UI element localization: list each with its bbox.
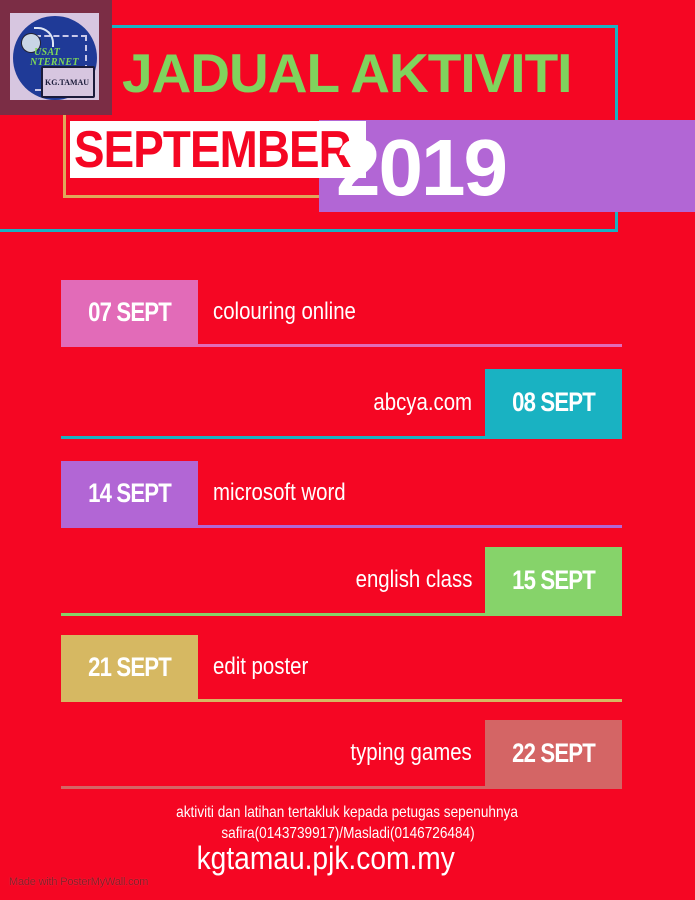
date-text: 08 SEPT [512, 387, 596, 417]
row-underline [61, 436, 622, 439]
activity-text: edit poster [213, 653, 309, 680]
date-badge: 15 SEPT [485, 547, 622, 613]
row-underline [61, 525, 622, 528]
activity-label: colouring online [213, 280, 381, 344]
logo-laptop-label: KG.TAMAU [45, 78, 90, 87]
date-text: 15 SEPT [512, 564, 596, 595]
watermark: Made with PosterMyWall.com [9, 876, 149, 888]
footer-disclaimer-text: aktiviti dan latihan tertakluk kepada pe… [176, 804, 519, 821]
month-label: SEPTEMBER [74, 121, 352, 179]
schedule-row: 07 SEPT colouring online [61, 280, 622, 347]
schedule-row: 22 SEPT typing games [61, 720, 622, 789]
date-badge: 22 SEPT [485, 720, 622, 786]
row-underline [61, 613, 622, 616]
logo-inner: USAT NTERNET KG.TAMAU [10, 13, 99, 100]
activity-text: microsoft word [213, 479, 346, 506]
row-underline [61, 786, 622, 789]
website-link[interactable]: kgtamau.pjk.com.my [0, 840, 652, 877]
date-text: 22 SEPT [512, 737, 596, 768]
activity-text: colouring online [213, 298, 356, 325]
schedule-row: 14 SEPT microsoft word [61, 461, 622, 528]
website-link-text[interactable]: kgtamau.pjk.com.my [197, 840, 455, 877]
logo: USAT NTERNET KG.TAMAU [0, 0, 112, 115]
date-badge: 21 SEPT [61, 635, 198, 699]
row-underline [61, 699, 622, 702]
date-badge: 08 SEPT [485, 369, 622, 436]
activity-text: abcya.com [373, 388, 472, 416]
year-label: 2019 [336, 123, 508, 212]
activity-label: microsoft word [213, 461, 369, 525]
date-badge: 14 SEPT [61, 461, 198, 525]
schedule-row: 15 SEPT english class [61, 547, 622, 616]
footer-disclaimer: aktiviti dan latihan tertakluk kepada pe… [0, 804, 695, 822]
date-text: 07 SEPT [88, 296, 172, 327]
activity-label: abcya.com [356, 369, 472, 436]
activity-text: typing games [350, 739, 472, 766]
date-text: 14 SEPT [88, 477, 172, 508]
activity-label: edit poster [213, 635, 325, 699]
date-badge: 07 SEPT [61, 280, 198, 344]
activity-label: english class [335, 547, 472, 613]
schedule-row: 21 SEPT edit poster [61, 635, 622, 702]
date-text: 21 SEPT [88, 651, 172, 682]
activity-text: english class [355, 566, 472, 593]
row-underline [61, 344, 622, 347]
page-title: JADUAL AKTIVITI [122, 42, 572, 104]
activity-label: typing games [329, 720, 472, 786]
schedule-row: 08 SEPT abcya.com [61, 369, 622, 439]
